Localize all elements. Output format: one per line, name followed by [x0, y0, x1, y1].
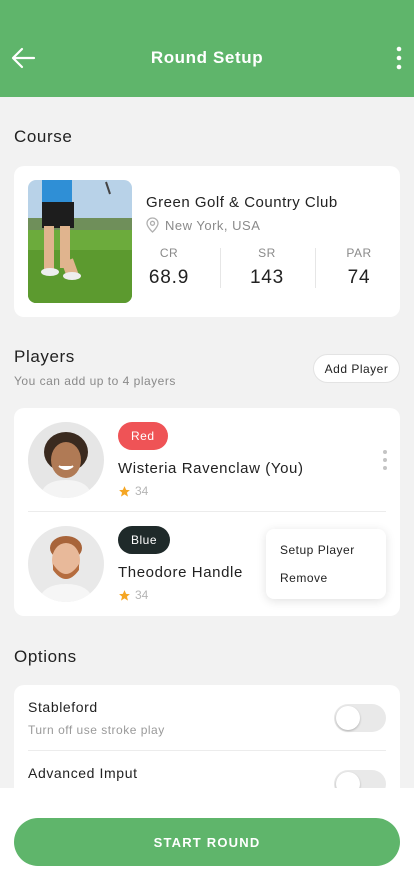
row-divider — [28, 511, 386, 512]
players-section-title: Players — [14, 347, 75, 366]
stat-cr: CR 68.9 — [149, 246, 188, 289]
stat-label: PAR — [346, 246, 372, 260]
menu-item-setup-player[interactable]: Setup Player — [280, 543, 355, 557]
option-subtitle: Turn off use stroke play — [28, 723, 165, 737]
app-header: Round Setup — [0, 0, 414, 97]
location-pin-icon — [146, 217, 159, 233]
rating-value: 34 — [135, 484, 149, 498]
course-name: Green Golf & Country Club — [146, 194, 338, 211]
more-vertical-icon[interactable] — [394, 46, 404, 70]
start-round-button[interactable]: START ROUND — [14, 818, 400, 866]
player-context-menu: Setup Player Remove — [266, 529, 386, 599]
option-title: Stableford — [28, 699, 98, 715]
star-icon — [119, 485, 130, 497]
tee-tag-blue: Blue — [118, 526, 171, 554]
add-player-button[interactable]: Add Player — [313, 354, 400, 383]
stat-sr: SR 143 — [247, 246, 287, 289]
avatar — [28, 526, 104, 602]
player-rating: 34 — [118, 588, 148, 602]
stat-value: 143 — [249, 267, 285, 288]
options-card: Stableford Turn off use stroke play Adva… — [14, 685, 400, 805]
course-photo — [28, 180, 132, 303]
menu-item-remove[interactable]: Remove — [280, 571, 328, 585]
stat-value: 68.9 — [148, 267, 190, 288]
toggle-knob — [336, 706, 360, 730]
stat-divider — [220, 248, 221, 288]
tee-tag-red: Red — [118, 422, 168, 450]
stat-label: SR — [258, 246, 276, 260]
rating-value: 34 — [135, 588, 149, 602]
stat-par: PAR 74 — [342, 246, 376, 289]
course-location-text: New York, USA — [165, 217, 261, 233]
player-name: Theodore Handle — [118, 564, 243, 581]
player-menu-icon[interactable] — [379, 449, 391, 471]
options-section-title: Options — [14, 647, 77, 666]
stableford-toggle[interactable] — [334, 704, 386, 732]
stat-label: CR — [159, 246, 179, 260]
player-rating: 34 — [118, 484, 148, 498]
page-title: Round Setup — [150, 48, 264, 67]
players-subtitle: You can add up to 4 players — [14, 374, 176, 388]
option-title: Advanced Imput — [28, 765, 138, 781]
stat-divider — [315, 248, 316, 288]
option-divider — [28, 750, 386, 751]
course-location: New York, USA — [146, 217, 260, 233]
course-card[interactable]: Green Golf & Country Club New York, USA … — [14, 166, 400, 317]
course-section-title: Course — [14, 127, 73, 146]
star-icon — [119, 589, 130, 601]
stat-value: 74 — [347, 267, 371, 288]
avatar — [28, 422, 104, 498]
player-name: Wisteria Ravenclaw (You) — [118, 460, 304, 477]
